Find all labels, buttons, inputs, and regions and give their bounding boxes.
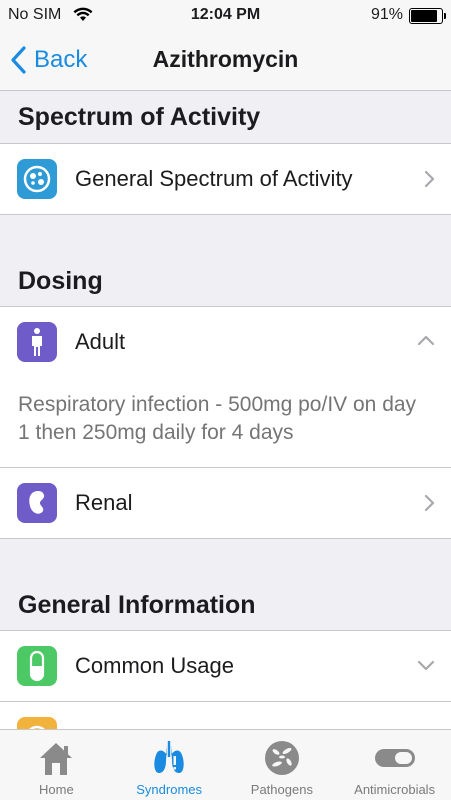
- kidney-icon: [17, 483, 57, 523]
- petri-dish-icon: [17, 159, 57, 199]
- status-bar: No SIM 12:04 PM 91%: [0, 0, 451, 30]
- chevron-down-icon: [417, 660, 435, 671]
- tab-pathogens[interactable]: Pathogens: [226, 730, 339, 800]
- row-adult[interactable]: Adult: [0, 307, 451, 377]
- row-renal[interactable]: Renal: [0, 468, 451, 539]
- row-label: Common Usage: [75, 653, 234, 678]
- row-general-spectrum[interactable]: General Spectrum of Activity: [0, 144, 451, 215]
- row-label: Adult: [75, 329, 126, 354]
- row-label: General Spectrum of Activity: [75, 166, 353, 191]
- chevron-right-icon: [424, 170, 435, 188]
- row-common-usage[interactable]: Common Usage: [0, 631, 451, 702]
- pathogen-icon: [263, 738, 301, 778]
- tab-home[interactable]: Home: [0, 730, 113, 800]
- row-partially-visible[interactable]: [0, 702, 451, 730]
- battery-percent: 91%: [370, 6, 403, 23]
- chevron-up-icon: [417, 335, 435, 346]
- capsule-icon: [17, 646, 57, 686]
- navigation-bar: Back Azithromycin: [0, 30, 451, 91]
- content-scroll[interactable]: Spectrum of Activity General Spectrum of…: [0, 91, 451, 730]
- tab-syndromes[interactable]: Syndromes: [113, 730, 226, 800]
- tab-label: Pathogens: [250, 782, 313, 797]
- tab-label: Antimicrobials: [354, 782, 436, 797]
- battery-icon: [409, 8, 446, 24]
- adult-dosing-detail: Respiratory infection - 500mg po/IV on d…: [0, 377, 451, 468]
- tab-label: Home: [39, 782, 74, 797]
- section-header-spectrum: Spectrum of Activity: [0, 91, 451, 144]
- section-header-general: General Information: [0, 539, 451, 631]
- tab-antimicrobials[interactable]: Antimicrobials: [338, 730, 451, 800]
- page-title: Azithromycin: [152, 46, 299, 72]
- home-icon: [36, 738, 76, 778]
- person-icon: [17, 322, 57, 362]
- pill-icon: [374, 738, 416, 778]
- tab-bar: Home Syndromes Pathogens Antimicrobials: [0, 729, 451, 800]
- row-label: Renal: [75, 490, 133, 515]
- tab-label: Syndromes: [136, 782, 202, 797]
- chevron-right-icon: [424, 494, 435, 512]
- section-header-dosing: Dosing: [0, 215, 451, 307]
- lungs-icon: [149, 738, 189, 778]
